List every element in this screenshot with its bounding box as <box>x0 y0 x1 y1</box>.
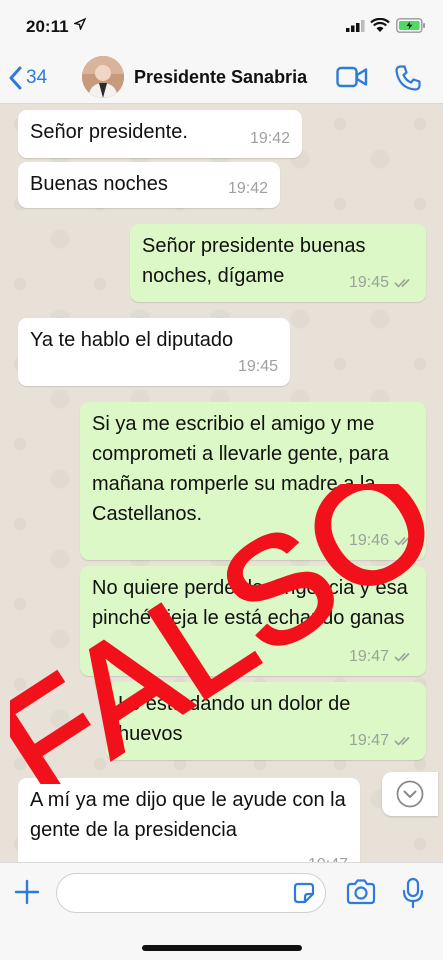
message-time: 19:42 <box>249 130 290 147</box>
message-time: 19:47 <box>348 732 389 749</box>
camera-icon[interactable] <box>346 879 376 905</box>
message-text: A mí ya me dijo que le ayude con la gent… <box>30 789 346 841</box>
microphone-icon[interactable] <box>402 877 424 909</box>
message-meta: 19:46 <box>349 526 414 556</box>
avatar[interactable] <box>82 56 124 98</box>
message-time: 19:47 <box>348 648 389 665</box>
message-time: 19:46 <box>348 532 389 549</box>
message-time: 19:42 <box>227 180 268 197</box>
message-bubble-incoming[interactable]: A mí ya me dijo que le ayude con la gent… <box>18 778 360 862</box>
double-check-icon <box>394 652 410 662</box>
chat-area[interactable]: Señor presidente. 19:42 Buenas noches 19… <box>0 104 443 862</box>
message-bubble-outgoing[interactable]: Si ya me escribio el amigo y me comprome… <box>80 402 426 560</box>
message-time: 19:47 <box>308 850 348 862</box>
message-input[interactable] <box>56 873 326 913</box>
chat-header: 34 Presidente Sanabria <box>0 52 443 104</box>
home-indicator <box>142 945 302 951</box>
message-bubble-incoming[interactable]: Señor presidente. 19:42 <box>18 110 302 158</box>
message-text: No quiere perder la dirigencia y esa pin… <box>92 577 408 629</box>
status-time: 20:11 <box>26 17 69 36</box>
double-check-icon <box>394 536 410 546</box>
double-check-icon <box>394 736 410 746</box>
plus-icon[interactable] <box>14 879 40 905</box>
message-bubble-outgoing[interactable]: Le está dando un dolor de huevos 19:47 <box>106 682 426 760</box>
message-meta: 19:47 <box>308 850 348 862</box>
chevron-down-icon <box>396 780 424 808</box>
message-bubble-outgoing[interactable]: Señor presidente buenas noches, dígame 1… <box>130 224 426 302</box>
cellular-signal-icon <box>346 20 365 32</box>
message-text: Ya te hablo el diputado <box>30 329 234 351</box>
message-meta: 19:45 <box>349 268 414 298</box>
unread-count: 34 <box>26 67 48 88</box>
video-call-icon[interactable] <box>336 66 368 88</box>
message-bubble-incoming[interactable]: Ya te hablo el diputado 19:45 <box>18 318 290 386</box>
message-meta: 19:47 <box>349 642 414 672</box>
message-time: 19:45 <box>348 274 389 291</box>
message-meta: 19:42 <box>228 174 268 204</box>
sticker-icon[interactable] <box>292 881 316 905</box>
message-bubble-incoming[interactable]: Buenas noches 19:42 <box>18 162 280 208</box>
back-button[interactable]: 34 <box>8 62 68 94</box>
double-check-icon <box>394 278 410 288</box>
message-text: Si ya me escribio el amigo y me comprome… <box>92 413 389 525</box>
message-meta: 19:47 <box>349 726 414 756</box>
message-meta: 19:45 <box>238 352 278 382</box>
scroll-to-bottom-button[interactable] <box>382 772 438 816</box>
message-meta: 19:42 <box>250 124 290 154</box>
chevron-left-icon <box>9 66 22 90</box>
location-arrow-icon <box>74 18 86 30</box>
battery-icon <box>396 18 425 33</box>
message-bubble-outgoing[interactable]: No quiere perder la dirigencia y esa pin… <box>80 566 426 676</box>
status-bar: 20:11 <box>0 0 443 52</box>
contact-name[interactable]: Presidente Sanabria <box>134 67 307 88</box>
input-bar <box>0 862 443 960</box>
contact-photo <box>82 56 124 98</box>
wifi-icon <box>370 18 390 32</box>
message-time: 19:45 <box>237 358 278 375</box>
phone-call-icon[interactable] <box>394 64 422 92</box>
